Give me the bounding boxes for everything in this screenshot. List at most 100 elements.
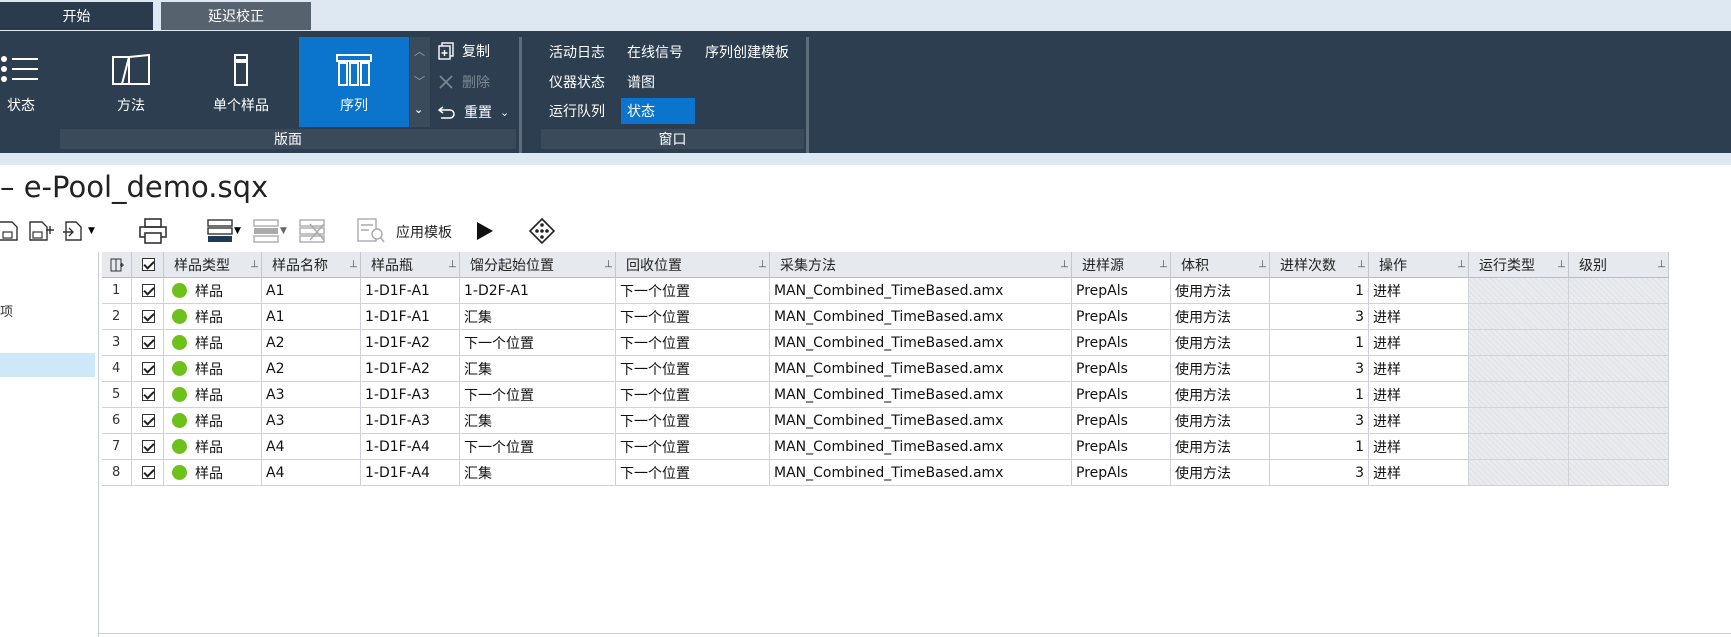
delete-button[interactable]: 删除 [438, 71, 490, 93]
row-checkbox[interactable] [132, 278, 164, 304]
chevron-down-icon[interactable]: ⌄ [500, 106, 509, 119]
cell-volume[interactable]: 使用方法 [1171, 330, 1270, 356]
cell-volume[interactable]: 使用方法 [1171, 304, 1270, 330]
pin-icon[interactable]: ⊣ [347, 259, 358, 268]
cell-operation[interactable]: 进样 [1369, 330, 1469, 356]
cell-acquisition-method[interactable]: MAN_Combined_TimeBased.amx [770, 434, 1072, 460]
pin-icon[interactable]: ⊣ [756, 259, 767, 268]
chevron-down-icon[interactable]: ▼ [234, 226, 241, 236]
cell-sample-type[interactable]: 样品 [164, 356, 262, 382]
cell-volume[interactable]: 使用方法 [1171, 460, 1270, 486]
copy-button[interactable]: 复制 [438, 40, 490, 62]
pin-icon[interactable]: ⊣ [1655, 259, 1666, 268]
cell-recovery-position[interactable]: 下一个位置 [616, 382, 770, 408]
activity-log-button[interactable]: 活动日志 [543, 39, 611, 65]
cell-injection-source[interactable]: PrepAls [1072, 460, 1171, 486]
cell-injection-count[interactable]: 1 [1270, 278, 1369, 304]
clear-rows-button[interactable] [298, 214, 326, 248]
cell-fraction-start[interactable]: 汇集 [460, 408, 616, 434]
row-checkbox[interactable] [132, 434, 164, 460]
row-checkbox[interactable] [132, 460, 164, 486]
cell-volume[interactable]: 使用方法 [1171, 382, 1270, 408]
column-header-fraction-start[interactable]: 馏分起始位置 ⊣ [460, 252, 616, 278]
cell-sample-name[interactable]: A1 [262, 278, 361, 304]
single-sample-button[interactable]: 单个样品 [186, 37, 296, 127]
cell-operation[interactable]: 进样 [1369, 460, 1469, 486]
pin-icon[interactable]: ⊣ [248, 259, 259, 268]
cell-injection-count[interactable]: 1 [1270, 330, 1369, 356]
cell-sample-type[interactable]: 样品 [164, 278, 262, 304]
cell-injection-source[interactable]: PrepAls [1072, 382, 1171, 408]
cell-acquisition-method[interactable]: MAN_Combined_TimeBased.amx [770, 356, 1072, 382]
cell-volume[interactable]: 使用方法 [1171, 408, 1270, 434]
cell-injection-count[interactable]: 1 [1270, 382, 1369, 408]
cell-operation[interactable]: 进样 [1369, 408, 1469, 434]
table-row[interactable]: 1 样品 A1 1-D1F-A1 1-D2F-A1 下一个位置 MAN_Combined_T… [102, 278, 1731, 304]
run-queue-button[interactable]: 运行队列 [543, 98, 611, 124]
cell-injection-count[interactable]: 3 [1270, 304, 1369, 330]
column-header-operation[interactable]: 操作 ⊣ [1369, 252, 1469, 278]
cell-sample-name[interactable]: A3 [262, 382, 361, 408]
pin-icon[interactable]: ⊣ [1555, 259, 1566, 268]
column-header-recovery-position[interactable]: 回收位置 ⊣ [616, 252, 770, 278]
cell-recovery-position[interactable]: 下一个位置 [616, 304, 770, 330]
table-row[interactable]: 5 样品 A3 1-D1F-A3 下一个位置 下一个位置 MAN_Combined_Time… [102, 382, 1731, 408]
cell-recovery-position[interactable]: 下一个位置 [616, 278, 770, 304]
cell-operation[interactable]: 进样 [1369, 356, 1469, 382]
delete-row-button[interactable]: ▼ [252, 214, 287, 248]
status-window-button[interactable]: 状态 [621, 98, 695, 124]
cell-fraction-start[interactable]: 下一个位置 [460, 330, 616, 356]
column-header-level[interactable]: 级别 ⊣ [1569, 252, 1669, 278]
cell-sample-name[interactable]: A4 [262, 434, 361, 460]
spectrum-button[interactable]: 谱图 [621, 69, 661, 95]
table-row[interactable]: 3 样品 A2 1-D1F-A2 下一个位置 下一个位置 MAN_Combined_Time… [102, 330, 1731, 356]
cell-injection-source[interactable]: PrepAls [1072, 330, 1171, 356]
run-button[interactable] [474, 214, 496, 248]
cell-fraction-start[interactable]: 汇集 [460, 356, 616, 382]
row-checkbox[interactable] [132, 330, 164, 356]
random-order-button[interactable] [528, 214, 556, 248]
cell-recovery-position[interactable]: 下一个位置 [616, 330, 770, 356]
column-header-run-type[interactable]: 运行类型 ⊣ [1469, 252, 1569, 278]
left-panel-item[interactable]: 项 [0, 301, 13, 320]
cell-volume[interactable]: 使用方法 [1171, 434, 1270, 460]
tab-start[interactable]: 开始 [0, 2, 153, 30]
cell-sample-name[interactable]: A1 [262, 304, 361, 330]
cell-acquisition-method[interactable]: MAN_Combined_TimeBased.amx [770, 460, 1072, 486]
table-row[interactable]: 7 样品 A4 1-D1F-A4 下一个位置 下一个位置 MAN_Combined_Time… [102, 434, 1731, 460]
pin-icon[interactable]: ⊣ [1157, 259, 1168, 268]
cell-injection-count[interactable]: 3 [1270, 408, 1369, 434]
apply-template-button[interactable]: 应用模板 [396, 222, 452, 242]
cell-sample-name[interactable]: A4 [262, 460, 361, 486]
cell-operation[interactable]: 进样 [1369, 278, 1469, 304]
cell-vial[interactable]: 1-D1F-A1 [361, 304, 460, 330]
cell-injection-count[interactable]: 3 [1270, 356, 1369, 382]
row-checkbox[interactable] [132, 304, 164, 330]
cell-injection-source[interactable]: PrepAls [1072, 356, 1171, 382]
cell-fraction-start[interactable]: 1-D2F-A1 [460, 278, 616, 304]
pin-icon[interactable]: ⊣ [1256, 259, 1267, 268]
column-header-vial[interactable]: 样品瓶 ⊣ [361, 252, 460, 278]
cell-acquisition-method[interactable]: MAN_Combined_TimeBased.amx [770, 304, 1072, 330]
column-header-injection-count[interactable]: 进样次数 ⊣ [1270, 252, 1369, 278]
select-all-checkbox[interactable] [132, 252, 164, 278]
cell-acquisition-method[interactable]: MAN_Combined_TimeBased.amx [770, 278, 1072, 304]
cell-injection-source[interactable]: PrepAls [1072, 304, 1171, 330]
cell-sample-name[interactable]: A3 [262, 408, 361, 434]
cell-acquisition-method[interactable]: MAN_Combined_TimeBased.amx [770, 408, 1072, 434]
cell-vial[interactable]: 1-D1F-A3 [361, 408, 460, 434]
pin-icon[interactable]: ⊣ [602, 259, 613, 268]
left-panel-selected-item[interactable] [0, 353, 95, 377]
cell-vial[interactable]: 1-D1F-A2 [361, 356, 460, 382]
tab-delay-correction[interactable]: 延迟校正 [161, 2, 311, 30]
ribbon-gallery-scroll[interactable]: ︿ ﹀ ⌄ [410, 37, 430, 127]
chevron-down-icon[interactable]: ▼ [280, 226, 287, 236]
cell-injection-source[interactable]: PrepAls [1072, 408, 1171, 434]
pin-icon[interactable]: ⊣ [446, 259, 457, 268]
print-button[interactable] [138, 214, 168, 248]
cell-vial[interactable]: 1-D1F-A3 [361, 382, 460, 408]
sequence-template-button[interactable]: 序列创建模板 [699, 39, 795, 65]
table-row[interactable]: 6 样品 A3 1-D1F-A3 汇集 下一个位置 MAN_Combined_TimeBas… [102, 408, 1731, 434]
cell-injection-count[interactable]: 3 [1270, 460, 1369, 486]
cell-recovery-position[interactable]: 下一个位置 [616, 460, 770, 486]
